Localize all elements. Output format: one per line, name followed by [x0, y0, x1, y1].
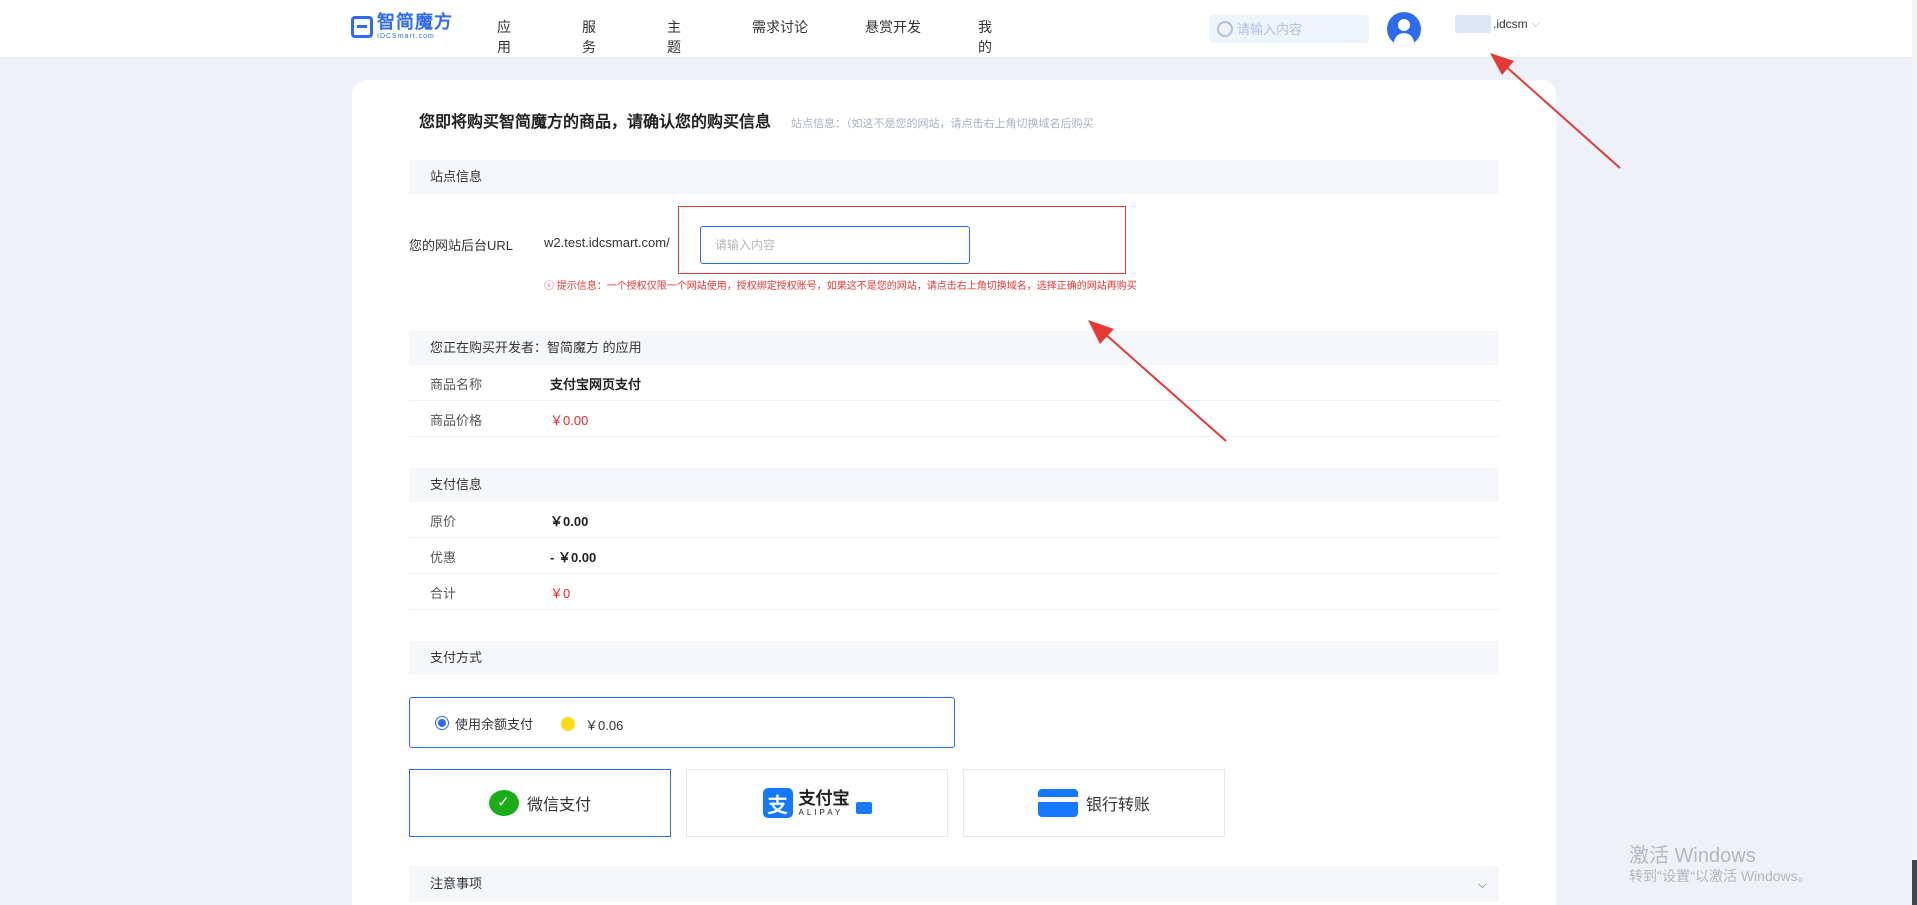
product-name-value: 支付宝网页支付 [550, 377, 642, 392]
wechat-pay-label: 微信支付 [526, 797, 591, 814]
alipay-button[interactable]: 支 支付宝 ALIPAY [686, 769, 948, 837]
site-url-input[interactable] [700, 226, 970, 264]
user-menu[interactable]: .idcsm ⌵ [1455, 15, 1540, 33]
windows-watermark-subtitle: 转到"设置"以激活 Windows。 [1629, 868, 1812, 884]
notice-heading: 注意事项 [430, 876, 483, 891]
balance-label: 使用余额支付 [455, 717, 534, 732]
desktop-icon [855, 802, 872, 814]
user-name-redacted [1455, 15, 1491, 33]
coin-icon [561, 717, 575, 731]
search-input[interactable] [1237, 21, 1357, 37]
alipay-icon: 支 [762, 788, 793, 818]
user-name: .idcsm [1493, 17, 1528, 31]
nav-item-bounty[interactable]: 悬赏开发 [865, 17, 921, 37]
product-price-value: ￥0.00 [550, 413, 589, 428]
notice-collapse[interactable]: 注意事项 ⌵ [409, 866, 1499, 902]
table-row: 原价 ￥0.00 [409, 502, 1499, 538]
logo-text: 智简魔方 [377, 12, 453, 32]
discount-value: - ￥0.00 [550, 550, 597, 565]
total-value: ￥0 [550, 586, 571, 601]
balance-radio[interactable] [435, 716, 449, 730]
table-row: 优惠 - ￥0.00 [409, 538, 1499, 574]
bank-card-icon [1037, 789, 1078, 817]
discount-label: 优惠 [430, 550, 457, 565]
warning-text: ⓘ 提示信息：一个授权仅限一个网站使用，授权绑定授权账号，如果这不是您的网站，请… [544, 281, 1137, 292]
title-note: 站点信息：（如这不是您的网站，请点击右上角切换域名后购买 [791, 118, 1094, 130]
search-box [1209, 15, 1369, 43]
product-name-label: 商品名称 [430, 377, 483, 392]
windows-watermark-title: 激活 Windows [1629, 845, 1756, 867]
avatar[interactable] [1387, 12, 1421, 46]
original-price-label: 原价 [430, 514, 457, 529]
scrollbar-thumb[interactable] [1912, 860, 1917, 905]
section-site-info: 站点信息 [409, 160, 1499, 194]
wechat-pay-button[interactable]: 微信支付 [409, 769, 671, 837]
bank-transfer-button[interactable]: 银行转账 [963, 769, 1225, 837]
table-row: 商品价格 ￥0.00 [409, 401, 1499, 437]
purchase-card: 您即将购买智简魔方的商品，请确认您的购买信息 站点信息：（如这不是您的网站，请点… [352, 80, 1556, 905]
logo[interactable]: 智简魔方 IDCSmart.com [351, 13, 453, 40]
nav-item-discussions[interactable]: 需求讨论 [752, 17, 808, 37]
table-row: 商品名称 支付宝网页支付 [409, 365, 1499, 401]
nav-item-themes[interactable]: 主题 [667, 17, 681, 57]
wechat-icon [488, 790, 519, 816]
nav-item-apps[interactable]: 应用 [497, 17, 511, 57]
nav-item-mine[interactable]: 我的 [978, 17, 992, 57]
alipay-label: 支付宝 [798, 788, 850, 808]
nav-item-services[interactable]: 服务 [582, 17, 596, 57]
scrollbar[interactable] [1912, 0, 1917, 905]
balance-amount: ￥0.06 [585, 718, 624, 733]
alipay-sublabel: ALIPAY [798, 807, 844, 817]
table-row: 合计 ￥0 [409, 574, 1499, 610]
chevron-down-icon[interactable]: ⌵ [1478, 866, 1487, 902]
bank-transfer-label: 银行转账 [1085, 797, 1150, 814]
product-price-label: 商品价格 [430, 413, 483, 428]
section-payment-info: 支付信息 [409, 468, 1499, 502]
section-product: 您正在购买开发者：智简魔方 的应用 [409, 331, 1499, 365]
logo-icon [351, 15, 373, 38]
total-label: 合计 [430, 586, 457, 601]
url-prefix: w2.test.idcsmart.com/ [544, 235, 670, 250]
search-icon[interactable] [1217, 21, 1233, 37]
chevron-down-icon[interactable]: ⌵ [1532, 18, 1540, 31]
logo-subtext: IDCSmart.com [377, 33, 435, 40]
balance-payment-option[interactable]: 使用余额支付 ￥0.06 [409, 697, 955, 748]
section-payment-method: 支付方式 [409, 641, 1499, 675]
top-navbar: 智简魔方 IDCSmart.com 应用 服务 主题 需求讨论 悬赏开发 我的 … [0, 0, 1912, 58]
page-title: 您即将购买智简魔方的商品，请确认您的购买信息 [419, 114, 772, 131]
original-price-value: ￥0.00 [550, 514, 589, 529]
url-label: 您的网站后台URL [409, 238, 514, 253]
